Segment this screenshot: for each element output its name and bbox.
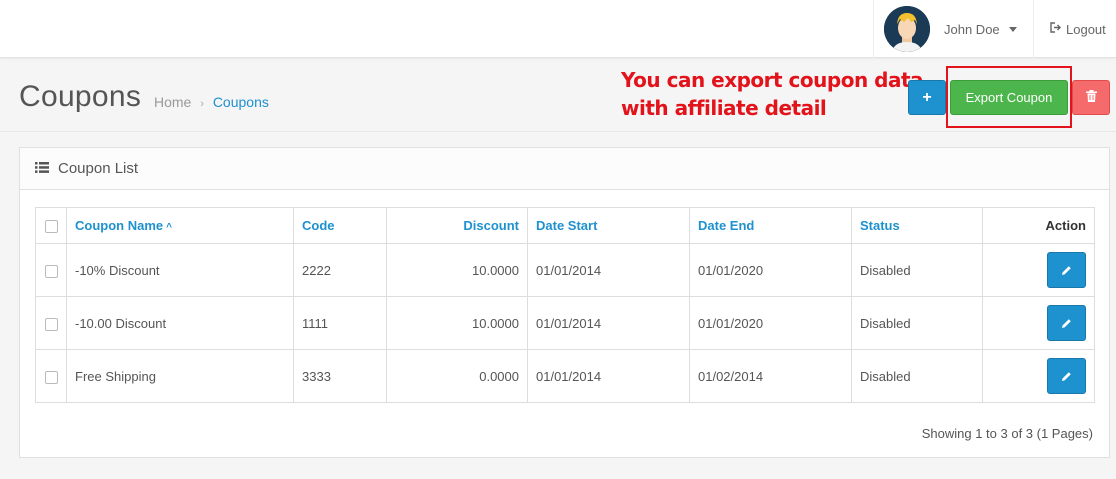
col-discount[interactable]: Discount xyxy=(386,207,528,244)
col-status[interactable]: Status xyxy=(851,207,983,244)
plus-icon: + xyxy=(922,88,932,106)
breadcrumb: Home › Coupons xyxy=(154,94,269,110)
panel-heading: Coupon List xyxy=(20,148,1109,190)
cell-date-end: 01/02/2014 xyxy=(689,349,852,403)
sort-asc-icon: ^ xyxy=(166,222,172,233)
row-select-cell xyxy=(35,296,67,350)
cell-code: 2222 xyxy=(293,243,387,297)
cell-coupon-name: Free Shipping xyxy=(66,349,294,403)
cell-status: Disabled xyxy=(851,296,983,350)
cell-status: Disabled xyxy=(851,349,983,403)
annotation-text: You can export coupon data with affiliat… xyxy=(621,66,924,122)
row-checkbox[interactable] xyxy=(44,317,58,331)
row-checkbox[interactable] xyxy=(44,264,58,278)
select-all-cell xyxy=(35,207,67,244)
cell-discount: 10.0000 xyxy=(386,296,528,350)
user-name: John Doe xyxy=(944,21,1000,37)
cell-code: 1111 xyxy=(293,296,387,350)
cell-date-start: 01/01/2014 xyxy=(527,243,690,297)
cell-action xyxy=(982,296,1095,350)
table-row: -10.00 Discount 1111 10.0000 01/01/2014 … xyxy=(35,296,1095,350)
logout-link[interactable]: Logout xyxy=(1033,0,1116,58)
cell-date-end: 01/01/2020 xyxy=(689,296,852,350)
annotation-line-2: with affiliate detail xyxy=(621,96,827,120)
table-header-row: Coupon Name ^ Code Discount Date Start Da… xyxy=(35,207,1095,244)
table-row: -10% Discount 2222 10.0000 01/01/2014 01… xyxy=(35,243,1095,297)
edit-button[interactable] xyxy=(1047,358,1086,394)
cell-discount: 0.0000 xyxy=(386,349,528,403)
row-select-cell xyxy=(35,349,67,403)
annotation-line-1: You can export coupon data xyxy=(621,68,924,92)
row-checkbox[interactable] xyxy=(44,370,58,384)
col-coupon-name[interactable]: Coupon Name ^ xyxy=(66,207,294,244)
breadcrumb-coupons[interactable]: Coupons xyxy=(213,94,269,110)
pencil-icon xyxy=(1062,318,1071,328)
sign-out-icon xyxy=(1050,22,1062,36)
col-date-end[interactable]: Date End xyxy=(689,207,852,244)
coupon-table: Coupon Name ^ Code Discount Date Start Da… xyxy=(35,207,1095,403)
row-select-cell xyxy=(35,243,67,297)
panel-title: Coupon List xyxy=(58,160,139,177)
delete-button[interactable] xyxy=(1072,80,1110,115)
logout-label: Logout xyxy=(1066,21,1106,37)
edit-button[interactable] xyxy=(1047,252,1086,288)
caret-down-icon xyxy=(1008,26,1017,32)
pencil-icon xyxy=(1062,265,1071,275)
list-icon xyxy=(35,160,49,177)
col-action: Action xyxy=(982,207,1095,244)
chevron-right-icon: › xyxy=(200,98,204,110)
cell-date-start: 01/01/2014 xyxy=(527,296,690,350)
cell-date-end: 01/01/2020 xyxy=(689,243,852,297)
edit-button[interactable] xyxy=(1047,305,1086,341)
coupon-list-panel: Coupon List Coupon Name ^ Code Discount D… xyxy=(19,147,1110,458)
cell-date-start: 01/01/2014 xyxy=(527,349,690,403)
pencil-icon xyxy=(1062,371,1071,381)
cell-coupon-name: -10.00 Discount xyxy=(66,296,294,350)
cell-discount: 10.0000 xyxy=(386,243,528,297)
breadcrumb-home[interactable]: Home xyxy=(154,94,191,110)
pagination-info: Showing 1 to 3 of 3 (1 Pages) xyxy=(921,426,1093,441)
add-coupon-button[interactable]: + xyxy=(908,80,946,115)
page-header: Coupons Home › Coupons xyxy=(0,58,1116,132)
cell-code: 3333 xyxy=(293,349,387,403)
col-date-start[interactable]: Date Start xyxy=(527,207,690,244)
cell-action xyxy=(982,349,1095,403)
export-coupon-button[interactable]: Export Coupon xyxy=(950,80,1068,115)
select-all-checkbox[interactable] xyxy=(44,220,58,234)
top-navbar: John Doe Logout xyxy=(0,0,1116,58)
avatar xyxy=(884,6,930,52)
cell-status: Disabled xyxy=(851,243,983,297)
col-coupon-name-label: Coupon Name xyxy=(75,218,164,233)
trash-icon xyxy=(1085,90,1097,105)
cell-action xyxy=(982,243,1095,297)
user-menu[interactable]: John Doe xyxy=(873,0,1033,58)
table-row: Free Shipping 3333 0.0000 01/01/2014 01/… xyxy=(35,349,1095,403)
page-title: Coupons xyxy=(19,80,142,113)
cell-coupon-name: -10% Discount xyxy=(66,243,294,297)
col-code[interactable]: Code xyxy=(293,207,387,244)
